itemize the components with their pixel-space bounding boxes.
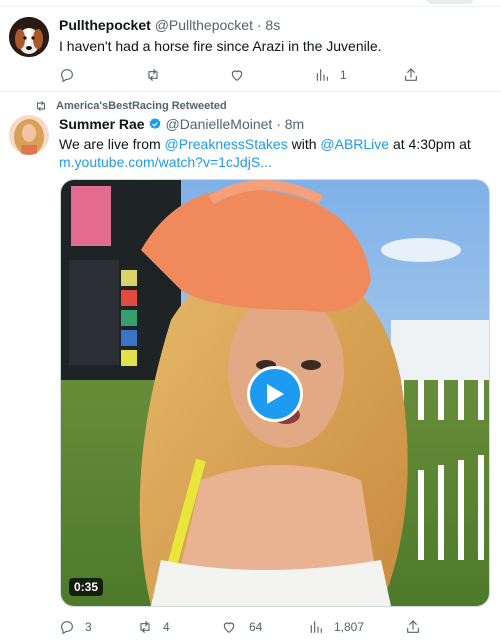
tweet-header: Summer Rae @DanielleMoinet · 8m [59, 116, 304, 132]
retweet-label: America'sBestRacing Retweeted [56, 100, 227, 112]
separator-dot: · [256, 17, 262, 33]
video-duration: 0:35 [69, 578, 104, 596]
display-name[interactable]: Summer Rae [59, 116, 145, 132]
views-icon [310, 621, 322, 633]
retweet-button[interactable]: 4 [137, 617, 170, 637]
tweet-text: I haven't had a horse fire since Arazi i… [59, 38, 382, 54]
views-count: 1 [340, 68, 347, 82]
user-handle[interactable]: @DanielleMoinet [165, 116, 272, 132]
reply-icon [61, 69, 73, 82]
timestamp[interactable]: 8s [265, 17, 280, 33]
like-button[interactable] [229, 65, 245, 85]
reply-button[interactable] [59, 65, 75, 85]
views-button[interactable]: 1,807 [308, 617, 364, 637]
top-divider [0, 0, 501, 7]
display-name[interactable]: Pullthepocket [59, 17, 151, 33]
share-icon [407, 620, 419, 633]
youtube-link[interactable]: m.youtube.com/watch?v=1cJdjS... [59, 154, 272, 170]
views-button[interactable]: 1 [314, 65, 347, 85]
heart-icon [223, 622, 235, 633]
retweet-small-icon [36, 100, 46, 112]
retweet-button[interactable] [145, 65, 161, 85]
top-button-edge[interactable] [426, 0, 474, 4]
verified-badge-icon [148, 117, 162, 131]
reply-button[interactable]: 3 [59, 617, 92, 637]
play-icon [267, 384, 284, 404]
heart-icon [231, 70, 243, 81]
share-button[interactable] [405, 617, 421, 637]
tweet-text: We are live from @PreaknessStakes with @… [59, 135, 479, 171]
play-button[interactable] [247, 366, 303, 422]
tweet-actions: 1 [59, 65, 479, 85]
tweet-actions: 3 4 64 1,807 [59, 617, 479, 637]
tweet-1[interactable]: Pullthepocket @Pullthepocket · 8s I have… [0, 7, 501, 92]
mention-preakness[interactable]: @PreaknessStakes [165, 136, 288, 152]
text-part: at 4:30pm at [389, 136, 471, 152]
reply-count: 3 [85, 620, 92, 634]
share-icon [405, 68, 417, 81]
retweet-count: 4 [163, 620, 170, 634]
tweet-header: Pullthepocket @Pullthepocket · 8s [59, 17, 280, 33]
timestamp[interactable]: 8m [285, 116, 304, 132]
mention-abrlive[interactable]: @ABRLive [320, 136, 389, 152]
like-button[interactable]: 64 [221, 617, 262, 637]
retweet-icon [140, 621, 150, 633]
retweet-icon [148, 69, 158, 81]
user-handle[interactable]: @Pullthepocket [155, 17, 253, 33]
user-avatar[interactable] [9, 115, 49, 155]
views-count: 1,807 [334, 620, 365, 634]
retweet-indicator[interactable]: America'sBestRacing Retweeted [34, 99, 227, 113]
share-button[interactable] [403, 65, 419, 85]
separator-dot: · [276, 116, 281, 132]
dog-avatar[interactable] [9, 17, 49, 57]
text-part: We are live from [59, 136, 165, 152]
reply-icon [61, 621, 73, 634]
views-icon [316, 69, 328, 81]
video-player[interactable]: 0:35 [60, 179, 490, 607]
text-part: with [287, 136, 321, 152]
like-count: 64 [249, 620, 263, 634]
